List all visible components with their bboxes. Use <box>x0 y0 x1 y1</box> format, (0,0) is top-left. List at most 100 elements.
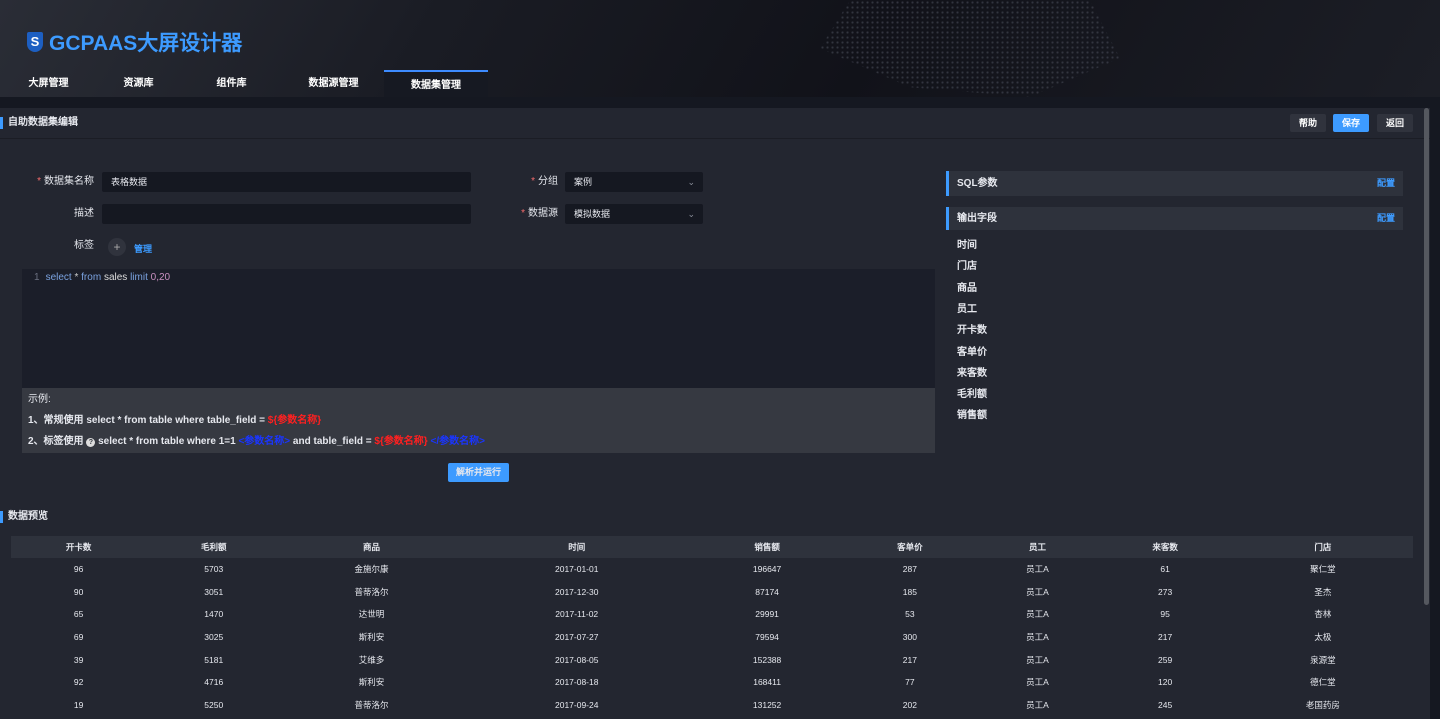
sql-editor[interactable]: 1 select * from sales limit 0,20 <box>22 269 935 388</box>
table-cell: 员工A <box>1026 677 1049 688</box>
sql-params-header: SQL参数 配置 <box>946 171 1403 196</box>
column-header[interactable]: 时间 <box>461 536 692 558</box>
table-cell: 61 <box>1160 564 1170 575</box>
section-title-data-preview: 数据预览 <box>0 502 48 532</box>
table-cell: 90 <box>73 586 84 597</box>
preview-table: 开卡数 毛利额 商品 时间 销售额 客单价 员工 来客数 门店 96 5703 金施尔康 2017-0… <box>11 536 1413 716</box>
table-cell: 2017-09-24 <box>554 699 599 710</box>
column-header[interactable]: 客单价 <box>842 536 978 558</box>
main-nav: 大屏管理 资源库 组件库 数据源管理 数据集管理 <box>0 70 488 97</box>
tab-dataset-management[interactable]: 数据集管理 <box>384 70 488 97</box>
table-cell: 5703 <box>204 564 224 575</box>
output-fields-config-link[interactable]: 配置 <box>1377 207 1395 230</box>
table-cell: 131252 <box>752 699 782 710</box>
table-cell: 斯利安 <box>358 677 385 688</box>
table-row: 19 5250 普蒂洛尔 2017-09-24 131252 202 员工A 245 老国药房 <box>11 694 1413 717</box>
table-row: 90 3051 普蒂洛尔 2017-12-30 87174 185 员工A 273 圣杰 <box>11 581 1413 604</box>
parse-and-run-button[interactable]: 解析并运行 <box>448 463 509 482</box>
table-cell: 聚仁堂 <box>1310 564 1336 575</box>
table-cell: 79594 <box>755 632 779 643</box>
tab-datasource-management[interactable]: 数据源管理 <box>283 70 384 97</box>
add-tag-button[interactable]: + <box>108 238 126 256</box>
section-title-dataset-edit: 自助数据集编辑 <box>0 108 78 138</box>
table-cell: 152388 <box>752 654 782 665</box>
column-header[interactable]: 毛利额 <box>146 536 282 558</box>
table-cell: 5250 <box>204 699 224 710</box>
example-2: 2、标签使用 ? select * from table where 1=1 <… <box>28 436 485 447</box>
datasource-select[interactable]: 模拟数据 ⌄ <box>565 204 703 224</box>
table-cell: 2017-08-18 <box>554 677 599 688</box>
output-field-item: 员工 <box>957 303 977 315</box>
table-cell: 圣杰 <box>1314 586 1332 597</box>
tab-screen-management[interactable]: 大屏管理 <box>0 70 97 97</box>
table-cell: 245 <box>1158 699 1173 710</box>
table-row: 69 3025 斯利安 2017-07-27 79594 300 员工A 217 太极 <box>11 626 1413 649</box>
manage-tags-link[interactable]: 管理 <box>134 242 152 255</box>
table-cell: 185 <box>902 586 917 597</box>
tab-component-library[interactable]: 组件库 <box>180 70 283 97</box>
line-number: 1 <box>34 272 40 283</box>
table-cell: 2017-11-02 <box>555 609 599 620</box>
description-input[interactable] <box>102 204 471 224</box>
output-field-item: 商品 <box>957 282 977 294</box>
table-cell: 泉源堂 <box>1310 654 1336 665</box>
app-title: GCPAAS大屏设计器 <box>49 32 243 55</box>
vertical-scrollbar[interactable] <box>1424 108 1429 605</box>
tab-resource-library[interactable]: 资源库 <box>97 70 180 97</box>
divider <box>0 138 1430 139</box>
table-cell: 65 <box>73 609 84 620</box>
table-cell: 员工A <box>1026 586 1049 597</box>
table-row: 39 5181 艾维多 2017-08-05 152388 217 员工A 259 泉源堂 <box>11 648 1413 671</box>
group-select[interactable]: 案例 ⌄ <box>565 172 703 192</box>
logo[interactable]: S GCPAAS大屏设计器 <box>27 27 242 57</box>
sql-keyword: from <box>81 272 102 283</box>
table-cell: 39 <box>73 654 84 665</box>
table-cell: 斯利安 <box>358 632 385 643</box>
table-cell: 69 <box>73 632 84 643</box>
table-cell: 3051 <box>204 586 224 597</box>
column-header[interactable]: 商品 <box>281 536 462 558</box>
sql-examples: 示例: 1、常规使用 select * from table where tab… <box>22 388 935 453</box>
column-header[interactable]: 员工 <box>977 536 1098 558</box>
table-cell: 3025 <box>204 632 224 643</box>
table-cell: 287 <box>902 564 917 575</box>
back-button[interactable]: 返回 <box>1377 114 1413 132</box>
group-label: * 分组 <box>531 176 558 187</box>
output-field-item: 客单价 <box>957 346 987 358</box>
table-cell: 1470 <box>204 609 224 620</box>
examples-title: 示例: <box>28 394 51 405</box>
dataset-name-input[interactable]: 表格数据 <box>102 172 471 192</box>
table-cell: 老国药房 <box>1305 699 1340 710</box>
chevron-down-icon: ⌄ <box>687 209 695 219</box>
table-cell: 德仁堂 <box>1310 677 1336 688</box>
help-button[interactable]: 帮助 <box>1290 114 1326 132</box>
column-header[interactable]: 来客数 <box>1097 536 1233 558</box>
table-cell: 19 <box>73 699 84 710</box>
table-cell: 300 <box>902 632 917 643</box>
table-cell: 95 <box>1160 609 1170 620</box>
tag-label: 标签 <box>74 240 94 251</box>
table-cell: 92 <box>73 677 84 688</box>
table-row: 96 5703 金施尔康 2017-01-01 196647 287 员工A 61 聚仁堂 <box>11 558 1413 581</box>
table-cell: 员工A <box>1026 654 1049 665</box>
table-cell: 217 <box>902 654 917 665</box>
sql-keyword: select <box>45 272 72 283</box>
table-cell: 2017-01-01 <box>554 564 599 575</box>
output-field-item: 销售额 <box>957 410 987 422</box>
column-header[interactable]: 门店 <box>1232 536 1413 558</box>
sql-params-config-link[interactable]: 配置 <box>1377 171 1395 196</box>
output-field-item: 时间 <box>957 240 977 251</box>
save-button[interactable]: 保存 <box>1333 114 1369 132</box>
column-header[interactable]: 销售额 <box>691 536 843 558</box>
table-cell: 53 <box>905 609 915 620</box>
table-cell: 96 <box>73 564 84 575</box>
question-circle-icon[interactable]: ? <box>86 438 96 447</box>
sql-table: sales <box>103 272 128 283</box>
table-cell: 77 <box>905 677 915 688</box>
table-cell: 5181 <box>204 654 224 665</box>
table-cell: 员工A <box>1026 609 1049 620</box>
table-cell: 金施尔康 <box>354 564 389 575</box>
table-cell: 普蒂洛尔 <box>354 586 389 597</box>
column-header[interactable]: 开卡数 <box>11 536 147 558</box>
output-field-item: 毛利额 <box>957 389 987 401</box>
